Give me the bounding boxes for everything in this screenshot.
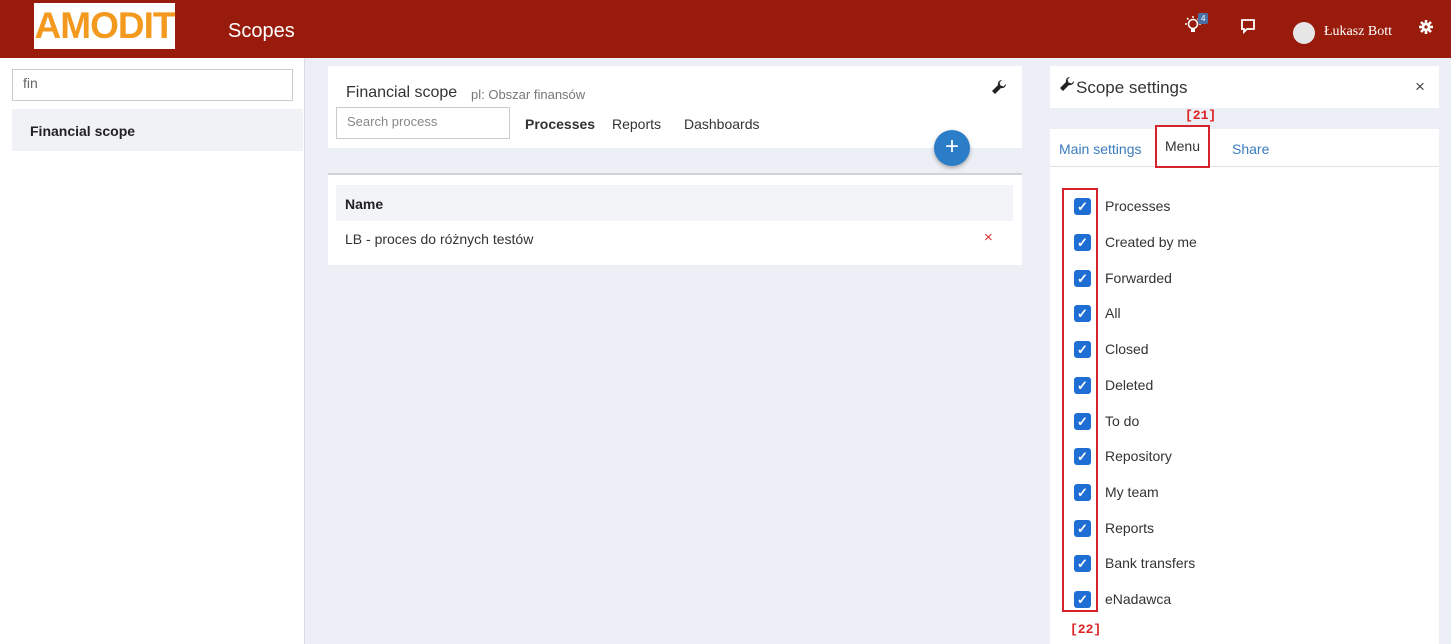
menu-item-label: Deleted — [1105, 377, 1154, 393]
menu-item-label: To do — [1105, 413, 1140, 429]
scope-header-card: Financial scope pl: Obszar finansów Sear… — [328, 66, 1022, 148]
delete-icon[interactable]: × — [984, 229, 993, 246]
menu-item-my-team[interactable]: ✓ My team — [1074, 482, 1159, 502]
annotation-label-21: [21] — [1185, 108, 1217, 123]
menu-item-label: Bank transfers — [1105, 555, 1196, 571]
chat-icon[interactable] — [1240, 18, 1256, 39]
menu-item-label: Created by me — [1105, 234, 1197, 250]
notification-badge: 4 — [1198, 13, 1209, 24]
menu-item-label: Reports — [1105, 520, 1155, 536]
menu-item-enadawca[interactable]: ✓ eNadawca — [1074, 589, 1171, 609]
list-item-financial-scope[interactable]: Financial scope — [12, 109, 303, 151]
checkbox[interactable]: ✓ — [1074, 590, 1091, 608]
tab-share[interactable]: Share — [1232, 141, 1269, 157]
checkbox[interactable]: ✓ — [1074, 412, 1091, 430]
tab-dashboards[interactable]: Dashboards — [684, 116, 760, 132]
tab-menu[interactable]: Menu — [1155, 125, 1210, 168]
checkbox[interactable]: ✓ — [1074, 376, 1091, 394]
menu-item-processes[interactable]: ✓ Processes — [1074, 196, 1170, 216]
menu-item-label: All — [1105, 305, 1121, 321]
checkbox[interactable]: ✓ — [1074, 197, 1091, 215]
tab-main-settings[interactable]: Main settings — [1059, 141, 1141, 157]
checkbox[interactable]: ✓ — [1074, 269, 1091, 287]
checkbox[interactable]: ✓ — [1074, 554, 1091, 572]
checkbox[interactable]: ✓ — [1074, 519, 1091, 537]
menu-item-reports[interactable]: ✓ Reports — [1074, 518, 1154, 538]
menu-item-all[interactable]: ✓ All — [1074, 303, 1121, 323]
scope-list-panel: fin Financial scope — [0, 58, 305, 644]
annotation-label-22: [22] — [1070, 622, 1102, 637]
wrench-icon — [1059, 76, 1075, 97]
search-process-input[interactable]: Search process — [336, 107, 510, 139]
settings-title: Scope settings — [1076, 78, 1188, 97]
checkbox[interactable]: ✓ — [1074, 483, 1091, 501]
scope-settings-panel: Main settings Menu Share ✓ Processes ✓ Cre… — [1050, 125, 1439, 644]
page-title: Scopes — [228, 20, 295, 42]
top-bar: AMODIT Scopes 4 Łukasz Bott — [0, 0, 1451, 58]
menu-item-label: Forwarded — [1105, 270, 1172, 286]
process-table: Name LB - proces do różnych testów × — [328, 173, 1022, 265]
logo-text: AMODIT — [34, 5, 176, 46]
tab-reports[interactable]: Reports — [612, 116, 661, 132]
column-header-name: Name — [336, 185, 1013, 221]
menu-item-bank-transfers[interactable]: ✓ Bank transfers — [1074, 553, 1195, 573]
menu-item-created-by-me[interactable]: ✓ Created by me — [1074, 232, 1197, 252]
checkbox[interactable]: ✓ — [1074, 233, 1091, 251]
menu-item-label: Processes — [1105, 198, 1171, 214]
checkbox[interactable]: ✓ — [1074, 447, 1091, 465]
menu-item-closed[interactable]: ✓ Closed — [1074, 339, 1149, 359]
scope-search-input[interactable]: fin — [12, 69, 293, 101]
tab-processes[interactable]: Processes — [525, 116, 595, 132]
amodit-logo[interactable]: AMODIT — [34, 3, 175, 49]
menu-item-deleted[interactable]: ✓ Deleted — [1074, 375, 1153, 395]
gear-icon[interactable] — [1418, 19, 1434, 40]
close-icon[interactable]: × — [1415, 77, 1425, 97]
menu-item-label: My team — [1105, 484, 1159, 500]
table-row[interactable]: LB - proces do różnych testów — [345, 231, 533, 247]
tab-divider — [1050, 166, 1439, 167]
menu-item-label: eNadawca — [1105, 591, 1172, 607]
menu-item-label: Repository — [1105, 448, 1172, 464]
add-button[interactable]: + — [934, 130, 970, 166]
menu-item-forwarded[interactable]: ✓ Forwarded — [1074, 268, 1172, 288]
wrench-icon[interactable] — [991, 79, 1007, 100]
menu-item-repository[interactable]: ✓ Repository — [1074, 446, 1172, 466]
scope-subtitle: pl: Obszar finansów — [471, 87, 586, 102]
checkbox[interactable]: ✓ — [1074, 340, 1091, 358]
username[interactable]: Łukasz Bott — [1324, 24, 1392, 40]
checkbox[interactable]: ✓ — [1074, 304, 1091, 322]
menu-item-label: Closed — [1105, 341, 1149, 357]
scope-settings-header: Scope settings × — [1050, 66, 1439, 108]
avatar[interactable] — [1293, 22, 1315, 44]
menu-item-to-do[interactable]: ✓ To do — [1074, 411, 1139, 431]
scope-title: Financial scope — [346, 84, 458, 101]
